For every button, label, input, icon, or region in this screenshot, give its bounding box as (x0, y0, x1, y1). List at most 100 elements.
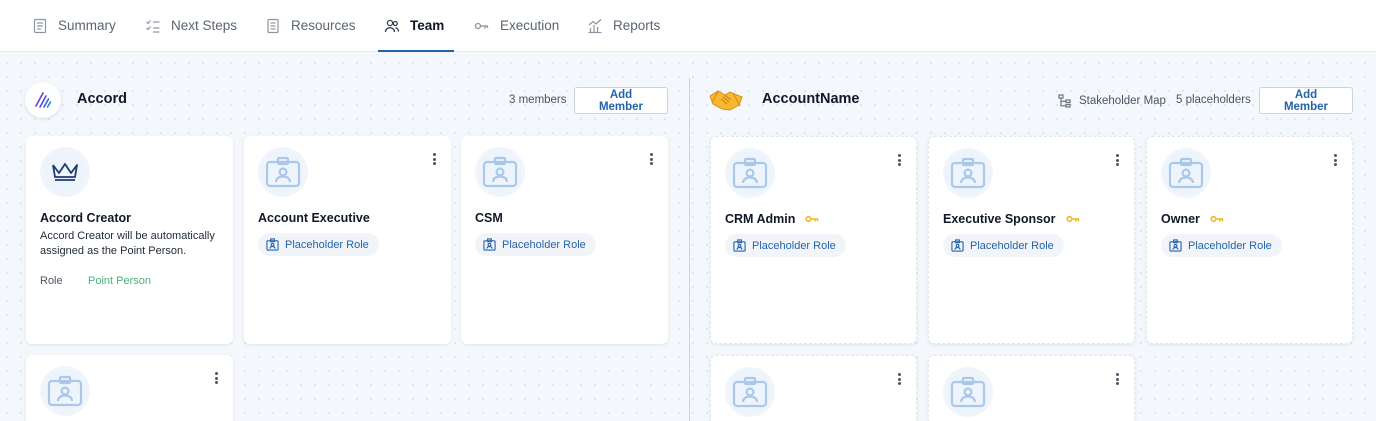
badge-icon (482, 156, 518, 188)
badge-icon (265, 156, 301, 188)
role-pill: Placeholder Role (1161, 234, 1282, 257)
member-title-text: Owner (1161, 212, 1200, 226)
member-title-text: Accord Creator (40, 211, 131, 225)
placeholder-count: 5 placeholders (1176, 94, 1251, 106)
badge-icon (732, 376, 768, 408)
org-name: AccountName (762, 91, 860, 107)
badge-icon (47, 375, 83, 407)
badge-icon (483, 238, 496, 251)
member-title-text: Account Executive (258, 211, 370, 225)
chart-icon (588, 18, 602, 33)
role-pill: Placeholder Role (475, 233, 596, 256)
role-pill: Placeholder Role (725, 234, 846, 257)
badge-icon (950, 157, 986, 189)
badge-icon (950, 376, 986, 408)
badge-icon (951, 239, 964, 252)
badge-icon (733, 239, 746, 252)
role-pill: Placeholder Role (943, 234, 1064, 257)
member-card-owner[interactable]: Owner Placeholder Role (1146, 136, 1353, 344)
member-card-csm[interactable]: CSM Placeholder Role (461, 136, 668, 344)
avatar (1161, 148, 1211, 198)
tab-label: Summary (58, 18, 116, 33)
tab-execution[interactable]: Execution (474, 0, 559, 51)
member-title: CSM (475, 211, 503, 225)
right-panel-header: AccountName Stakeholder Map 5 placeholde… (690, 82, 1376, 118)
add-member-button[interactable]: Add Member (574, 87, 668, 114)
member-card[interactable] (710, 355, 917, 421)
tab-next-steps[interactable]: Next Steps (145, 0, 237, 51)
key-icon (1065, 215, 1079, 223)
badge-icon (732, 157, 768, 189)
more-options-icon[interactable] (209, 370, 223, 386)
more-options-icon[interactable] (427, 151, 441, 167)
tab-label: Team (410, 18, 445, 33)
key-icon (1210, 215, 1224, 223)
more-options-icon[interactable] (892, 152, 906, 168)
member-title-text: CRM Admin (725, 212, 796, 226)
role-label: Role (40, 275, 63, 287)
key-icon (805, 215, 819, 223)
member-title-text: CSM (475, 211, 503, 225)
accord-logo (25, 82, 61, 118)
role-label: Placeholder Role (1188, 239, 1272, 252)
member-title: CRM Admin (725, 212, 819, 226)
member-title: Executive Sponsor (943, 212, 1080, 226)
handshake-icon (708, 86, 744, 114)
top-nav: Summary Next Steps Resources Team Execut… (0, 0, 1376, 52)
tab-reports[interactable]: Reports (587, 0, 660, 51)
role-label: Placeholder Role (502, 238, 586, 251)
role-pill: Placeholder Role (258, 233, 379, 256)
member-description: Accord Creator will be automatically ass… (40, 230, 215, 257)
more-options-icon[interactable] (1110, 371, 1124, 387)
file-icon (267, 18, 279, 33)
member-card-accord-creator[interactable]: Accord Creator Accord Creator will be au… (26, 136, 233, 344)
member-card[interactable] (928, 355, 1135, 421)
tab-label: Next Steps (171, 18, 238, 33)
member-card-executive-sponsor[interactable]: Executive Sponsor Placeholder Role (928, 136, 1135, 344)
avatar (40, 366, 90, 416)
avatar (40, 147, 90, 197)
avatar (943, 148, 993, 198)
member-card[interactable] (26, 355, 233, 421)
org-name: Accord (77, 91, 127, 107)
panel-divider (689, 78, 690, 421)
avatar (475, 147, 525, 197)
hierarchy-icon (1058, 94, 1071, 108)
document-icon (33, 18, 47, 33)
member-count: 3 members (509, 94, 567, 106)
member-card-crm-admin[interactable]: CRM Admin Placeholder Role (710, 136, 917, 344)
avatar (725, 148, 775, 198)
tab-label: Reports (613, 18, 661, 33)
badge-icon (266, 238, 279, 251)
member-title-text: Executive Sponsor (943, 212, 1056, 226)
role-label: Placeholder Role (752, 239, 836, 252)
more-options-icon[interactable] (1328, 152, 1342, 168)
member-title: Accord Creator (40, 211, 131, 225)
left-panel-header: Accord 3 members Add Member (0, 82, 689, 118)
avatar (258, 147, 308, 197)
tab-summary[interactable]: Summary (32, 0, 116, 51)
users-icon (384, 19, 400, 32)
member-title: Owner (1161, 212, 1224, 226)
tab-label: Resources (291, 18, 356, 33)
checklist-icon (146, 19, 160, 33)
badge-icon (1168, 157, 1204, 189)
member-card-account-executive[interactable]: Account Executive Placeholder Role (244, 136, 451, 344)
more-options-icon[interactable] (892, 371, 906, 387)
badge-icon (1169, 239, 1182, 252)
avatar (943, 367, 993, 417)
crown-icon (52, 163, 78, 181)
more-options-icon[interactable] (644, 151, 658, 167)
key-icon (474, 22, 489, 29)
add-member-button[interactable]: Add Member (1259, 87, 1353, 114)
more-options-icon[interactable] (1110, 152, 1124, 168)
tab-resources[interactable]: Resources (265, 0, 356, 51)
stakeholder-map-link[interactable]: Stakeholder Map (1058, 94, 1166, 108)
role-label: Placeholder Role (285, 238, 369, 251)
avatar (725, 367, 775, 417)
tab-team[interactable]: Team (377, 0, 455, 52)
role-label: Placeholder Role (970, 239, 1054, 252)
role-value: Point Person (88, 275, 151, 287)
member-title: Account Executive (258, 211, 370, 225)
tab-label: Execution (500, 18, 560, 33)
